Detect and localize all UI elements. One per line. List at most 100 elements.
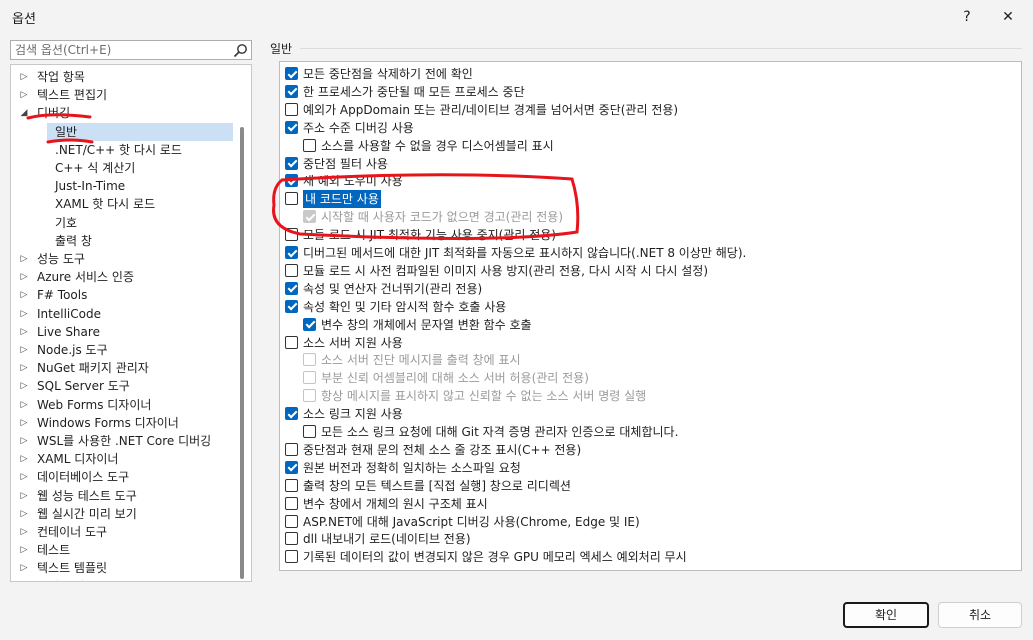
tree-item[interactable]: ▷ WSL를 사용한 .NET Core 디버깅 — [11, 432, 237, 450]
cancel-button[interactable]: 취소 — [938, 602, 1022, 628]
tree-item[interactable]: ▷ 성능 도구 — [11, 250, 237, 268]
chevron-right-icon[interactable]: ▷ — [19, 432, 29, 450]
option-checkbox[interactable] — [285, 496, 298, 510]
option-checkbox[interactable] — [285, 156, 298, 170]
option-checkbox[interactable] — [285, 102, 298, 116]
close-button[interactable]: ✕ — [996, 6, 1020, 28]
options-tree[interactable]: ▷ 작업 항목 ▷ 텍스트 편집기 ◢ 디버깅 일반 .NET/C++ 핫 다시 로드 C++ … — [10, 64, 252, 582]
tree-item[interactable]: ▷ 웹 실시간 미리 보기 — [11, 505, 237, 523]
chevron-right-icon[interactable]: ▷ — [19, 578, 29, 581]
option-checkbox[interactable] — [285, 281, 298, 295]
chevron-right-icon[interactable]: ▷ — [19, 396, 29, 414]
tree-item-label: Node.js 도구 — [37, 343, 108, 357]
option-checkbox[interactable] — [285, 478, 298, 492]
chevron-right-icon[interactable]: ▷ — [19, 487, 29, 505]
chevron-right-icon[interactable]: ▷ — [19, 86, 29, 104]
group-label: 일반 — [270, 42, 293, 56]
tree-item[interactable]: Just-In-Time — [11, 177, 237, 195]
tree-item[interactable]: ▷ 데이터베이스 도구 — [11, 468, 237, 486]
chevron-right-icon[interactable]: ▷ — [19, 305, 29, 323]
options-list[interactable]: 모든 중단점을 삭제하기 전에 확인 한 프로세스가 중단될 때 모든 프로세스 … — [279, 61, 1022, 571]
tree-item[interactable]: ▷ 텍스트 편집기 — [11, 86, 237, 104]
tree-item[interactable]: ▷ NuGet 패키지 관리자 — [11, 359, 237, 377]
chevron-right-icon[interactable]: ▷ — [19, 559, 29, 577]
chevron-right-icon[interactable]: ▷ — [19, 68, 29, 86]
option-checkbox[interactable] — [303, 317, 316, 331]
option-checkbox[interactable] — [285, 192, 298, 206]
tree-item[interactable]: ▷ Live Share — [11, 323, 237, 341]
option-checkbox[interactable] — [285, 263, 298, 277]
option-checkbox[interactable] — [285, 550, 298, 564]
chevron-down-icon[interactable]: ◢ — [19, 104, 29, 122]
tree-item[interactable]: ▷ 작업 항목 — [11, 68, 237, 86]
tree-item[interactable]: ▷ 플랫폼 간 — [11, 578, 237, 581]
tree-scrollbar[interactable] — [240, 127, 244, 579]
option-checkbox[interactable] — [285, 460, 298, 474]
tree-item[interactable]: ▷ 웹 성능 테스트 도구 — [11, 487, 237, 505]
search-icon[interactable] — [233, 43, 248, 58]
chevron-right-icon[interactable]: ▷ — [19, 323, 29, 341]
tree-item[interactable]: 출력 창 — [11, 232, 237, 250]
help-button[interactable]: ? — [956, 6, 978, 28]
tree-item-label: Windows Forms 디자이너 — [37, 415, 179, 430]
option-checkbox[interactable] — [285, 67, 298, 80]
search-box[interactable] — [10, 40, 252, 60]
tree-item[interactable]: ▷ XAML 디자이너 — [11, 450, 237, 468]
option-checkbox[interactable] — [303, 425, 316, 438]
tree-item[interactable]: 일반 — [47, 122, 233, 141]
tree-item[interactable]: .NET/C++ 핫 다시 로드 — [11, 141, 237, 159]
chevron-right-icon[interactable]: ▷ — [19, 450, 29, 468]
option-label: 변수 창의 개체에서 문자열 변환 함수 호출 — [321, 317, 532, 332]
tree-item[interactable]: ▷ F# Tools — [11, 286, 237, 304]
tree-item[interactable]: C++ 식 계산기 — [11, 159, 237, 177]
option-label: 출력 창의 모든 텍스트를 [직접 실행] 창으로 리디렉션 — [303, 478, 571, 493]
option-checkbox[interactable] — [285, 299, 298, 313]
tree-item[interactable]: ◢ 디버깅 — [11, 104, 237, 122]
tree-item-label: 웹 실시간 미리 보기 — [37, 506, 137, 521]
option-checkbox[interactable] — [285, 335, 298, 349]
option-checkbox[interactable] — [285, 120, 298, 134]
chevron-right-icon[interactable]: ▷ — [19, 286, 29, 304]
option-label: 원본 버전과 정확히 일치하는 소스파일 요청 — [303, 460, 521, 475]
option-checkbox[interactable] — [285, 407, 298, 421]
option-label: 중단점과 현재 문의 전체 소스 줄 강조 표시(C++ 전용) — [303, 442, 582, 457]
chevron-right-icon[interactable]: ▷ — [19, 268, 29, 286]
option-checkbox[interactable] — [303, 371, 316, 385]
option-checkbox[interactable] — [285, 442, 298, 456]
option-checkbox[interactable] — [285, 228, 298, 242]
tree-item[interactable]: ▷ Node.js 도구 — [11, 341, 237, 359]
tree-item[interactable]: ▷ IntelliCode — [11, 305, 237, 323]
tree-item[interactable]: ▷ 컨테이너 도구 — [11, 523, 237, 541]
tree-item-label: WSL를 사용한 .NET Core 디버깅 — [37, 434, 212, 448]
tree-item[interactable]: ▷ SQL Server 도구 — [11, 377, 237, 395]
chevron-right-icon[interactable]: ▷ — [19, 468, 29, 486]
chevron-right-icon[interactable]: ▷ — [19, 523, 29, 541]
option-checkbox[interactable] — [303, 138, 316, 152]
tree-item[interactable]: ▷ Windows Forms 디자이너 — [11, 414, 237, 432]
option-checkbox[interactable] — [285, 246, 298, 259]
option-checkbox[interactable] — [285, 514, 298, 528]
option-label: 부분 신뢰 어셈블리에 대해 소스 서버 허용(관리 전용) — [321, 371, 589, 386]
chevron-right-icon[interactable]: ▷ — [19, 359, 29, 377]
search-input[interactable] — [15, 42, 225, 58]
ok-button[interactable]: 확인 — [843, 602, 929, 628]
chevron-right-icon[interactable]: ▷ — [19, 541, 29, 559]
tree-item[interactable]: 기호 — [11, 214, 237, 232]
option-checkbox[interactable] — [303, 353, 316, 367]
option-checkbox[interactable] — [285, 532, 298, 546]
tree-item[interactable]: ▷ Azure 서비스 인증 — [11, 268, 237, 286]
chevron-right-icon[interactable]: ▷ — [19, 505, 29, 523]
tree-item[interactable]: XAML 핫 다시 로드 — [11, 195, 237, 213]
chevron-right-icon[interactable]: ▷ — [19, 377, 29, 395]
option-checkbox[interactable] — [285, 84, 298, 98]
tree-item-label: C++ 식 계산기 — [55, 161, 136, 175]
chevron-right-icon[interactable]: ▷ — [19, 414, 29, 432]
tree-item[interactable]: ▷ Web Forms 디자이너 — [11, 396, 237, 414]
tree-item[interactable]: ▷ 텍스트 템플릿 — [11, 559, 237, 577]
chevron-right-icon[interactable]: ▷ — [19, 341, 29, 359]
option-checkbox[interactable] — [303, 389, 316, 403]
option-checkbox[interactable] — [285, 174, 298, 188]
tree-item[interactable]: ▷ 테스트 — [11, 541, 237, 559]
option-checkbox[interactable] — [303, 210, 316, 224]
chevron-right-icon[interactable]: ▷ — [19, 250, 29, 268]
